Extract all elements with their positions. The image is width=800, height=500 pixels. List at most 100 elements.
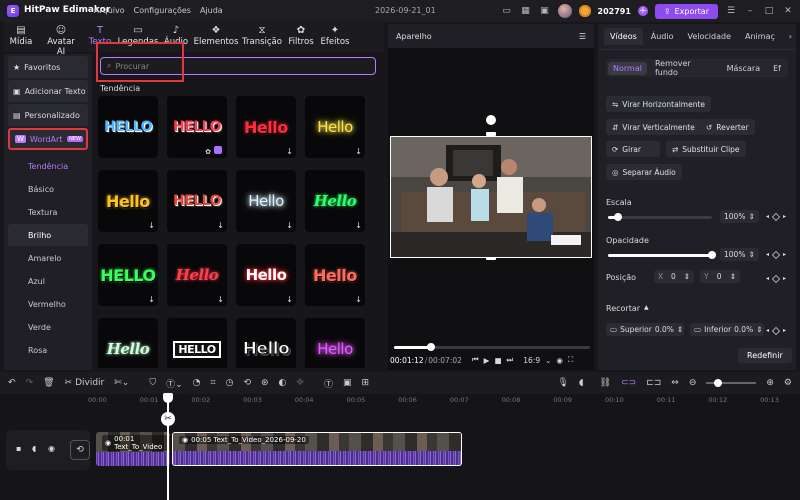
playhead-handle[interactable] xyxy=(163,393,173,403)
replace-clip-button[interactable]: ⇄ Substituir Clipe xyxy=(666,141,746,157)
player-menu-icon[interactable]: ☰ xyxy=(579,32,586,41)
cut-menu-icon[interactable]: ✄⌄ xyxy=(114,378,129,388)
tab-filtros[interactable]: ✿ Filtros xyxy=(284,22,318,52)
flip-vertical-button[interactable]: ⇵ Virar Verticalmente xyxy=(606,119,701,135)
rotate-button[interactable]: ⟳ Girar xyxy=(606,141,660,157)
sidebar-sub-amarelo[interactable]: Amarelo xyxy=(8,247,88,269)
wordart-tile[interactable]: Hello ↓ xyxy=(236,96,296,158)
tracking-icon[interactable]: ✥ xyxy=(296,378,304,388)
zoom-in-icon[interactable]: ⊕ xyxy=(766,378,774,388)
menu-icon[interactable]: ☰ xyxy=(725,5,737,17)
download-icon[interactable]: ↓ xyxy=(286,295,293,304)
tab-avatar-ai[interactable]: ☺ Avatar AI xyxy=(38,22,84,57)
subtab-remover-fundo[interactable]: Remover fundo xyxy=(650,57,719,79)
track-visibility-icon[interactable]: ◉ xyxy=(48,444,55,453)
wordart-tile[interactable]: Hello xyxy=(236,318,296,368)
menu-arquivo[interactable]: Arquivo xyxy=(94,6,125,15)
opacity-keyframe[interactable]: ◂ ▸ xyxy=(766,250,786,259)
export-frame-icon[interactable]: ⊞ xyxy=(361,378,369,388)
undo-icon[interactable]: ↶ xyxy=(8,378,16,388)
download-icon[interactable]: ↓ xyxy=(286,147,293,156)
timeline-ruler[interactable]: 00:00 00:01 00:02 00:03 00:04 00:05 00:06 00:07… xyxy=(88,394,796,410)
sidebar-sub-tendencia[interactable]: Tendência xyxy=(8,155,88,177)
wordart-tile[interactable]: HELLO ↓ xyxy=(98,244,158,306)
subtitle-tool-icon[interactable]: Ⓣ xyxy=(324,377,333,390)
timeline-clip-selected[interactable]: ◉ 00:05 Text_To_Video_2026-09-20 xyxy=(172,432,462,466)
duration-icon[interactable]: ◷ xyxy=(226,378,234,388)
opacity-value[interactable]: 100% ⇕ xyxy=(720,248,759,261)
scale-keyframe[interactable]: ◂ ▸ xyxy=(766,212,786,221)
track-save-icon[interactable]: ▪ xyxy=(16,444,21,453)
sidebar-sub-brilho[interactable]: Brilho xyxy=(8,224,88,246)
subtab-efeitos[interactable]: Ef xyxy=(768,62,786,75)
tab-velocidade[interactable]: Velocidade xyxy=(682,28,738,45)
fullscreen-icon[interactable]: ⛶ xyxy=(568,355,573,365)
crop-top-input[interactable]: ▭ Superior 0.0% ⇕ xyxy=(606,323,684,336)
video-preview[interactable] xyxy=(390,136,592,258)
download-icon[interactable]: ↓ xyxy=(217,295,224,304)
position-x-input[interactable]: X 0 ⇕ xyxy=(654,270,694,283)
reset-button[interactable]: Redefinir xyxy=(738,348,792,363)
wordart-tile[interactable]: Hello ↓ xyxy=(305,170,365,232)
favorite-icon[interactable]: ✿ xyxy=(205,148,211,156)
scale-knob[interactable] xyxy=(614,213,623,221)
wordart-tile[interactable]: HELLO xyxy=(98,96,158,158)
tab-videos[interactable]: Vídeos xyxy=(604,28,643,45)
sidebar-sub-verde[interactable]: Verde xyxy=(8,316,88,338)
microphone-icon[interactable]: 🎙 xyxy=(557,378,568,388)
tab-efeitos[interactable]: ✦ Efeitos xyxy=(318,22,352,52)
crop-keyframe[interactable]: ◂ ▸ xyxy=(766,326,786,335)
download-icon[interactable]: ↓ xyxy=(355,221,362,230)
next-frame-icon[interactable]: ⏭ xyxy=(507,355,514,365)
position-y-input[interactable]: Y 0 ⇕ xyxy=(700,270,740,283)
sidebar-sub-basico[interactable]: Básico xyxy=(8,178,88,200)
add-credits-button[interactable]: + xyxy=(637,6,648,16)
export-button[interactable]: ⇪ Exportar xyxy=(654,3,718,19)
opacity-slider[interactable] xyxy=(608,251,716,259)
download-icon[interactable]: ↓ xyxy=(355,295,362,304)
crop-icon[interactable]: ⌗ xyxy=(211,378,216,388)
wordart-tile[interactable]: HELLO xyxy=(167,318,227,368)
timeline-clip[interactable]: ◉ 00:01 Text_To_Video xyxy=(96,432,170,466)
zoom-knob[interactable] xyxy=(714,379,723,387)
split-button[interactable]: ✂ Dividir xyxy=(65,378,105,388)
chevron-right-icon[interactable]: › xyxy=(789,32,796,41)
reverse-button[interactable]: ↺ Reverter xyxy=(700,119,755,135)
subtab-normal[interactable]: Normal xyxy=(608,61,647,75)
message-icon[interactable]: ▭ xyxy=(501,5,513,17)
settings-icon[interactable]: ⚙ xyxy=(784,378,792,388)
wordart-tile[interactable]: Hello xyxy=(305,318,365,368)
menu-ajuda[interactable]: Ajuda xyxy=(200,6,223,15)
rotate-handle[interactable] xyxy=(486,115,496,125)
wordart-tile[interactable]: Hello ↓ xyxy=(305,96,365,158)
snapshot-icon[interactable]: ◉ xyxy=(556,356,563,365)
wordart-tile[interactable]: Hello xyxy=(98,318,158,368)
wordart-tile[interactable]: Hello ↓ xyxy=(236,244,296,306)
zoom-slider[interactable] xyxy=(706,379,757,387)
close-icon[interactable]: ✕ xyxy=(782,5,794,17)
sidebar-item-personalizado[interactable]: ▤ Personalizado xyxy=(8,104,88,126)
tab-midia[interactable]: ▤ Mídia xyxy=(4,22,38,52)
prev-frame-icon[interactable]: ⏮ xyxy=(472,355,479,365)
voice-icon[interactable]: ◖ xyxy=(579,378,584,388)
redo-icon[interactable]: ↷ xyxy=(26,378,34,388)
separate-audio-button[interactable]: ◎ Separar Áudio xyxy=(606,164,682,180)
download-icon[interactable]: ↓ xyxy=(217,221,224,230)
opacity-knob[interactable] xyxy=(708,251,716,259)
snap-icon[interactable]: ⊏⊐ xyxy=(646,378,661,388)
gift-icon[interactable]: ▣ xyxy=(539,5,551,17)
play-icon[interactable]: ▶ xyxy=(484,356,490,365)
scale-value[interactable]: 100% ⇕ xyxy=(720,210,759,223)
reverse-tool-icon[interactable]: ⟲ xyxy=(243,378,251,388)
avatar[interactable] xyxy=(557,4,572,18)
maximize-icon[interactable]: □ xyxy=(763,5,775,17)
sidebar-item-favoritos[interactable]: ★ Favoritos xyxy=(8,56,88,78)
sidebar-item-adicionar-texto[interactable]: ▣ Adicionar Texto xyxy=(8,80,88,102)
download-icon[interactable]: ↓ xyxy=(355,147,362,156)
track-cover-icon[interactable]: ⟲ xyxy=(70,440,90,460)
wordart-tile[interactable]: HELLO ↓ xyxy=(167,170,227,232)
subtab-mascara[interactable]: Máscara xyxy=(722,62,765,75)
sidebar-sub-azul[interactable]: Azul xyxy=(8,270,88,292)
download-icon[interactable]: ↓ xyxy=(148,221,155,230)
minimize-icon[interactable]: – xyxy=(744,5,756,17)
